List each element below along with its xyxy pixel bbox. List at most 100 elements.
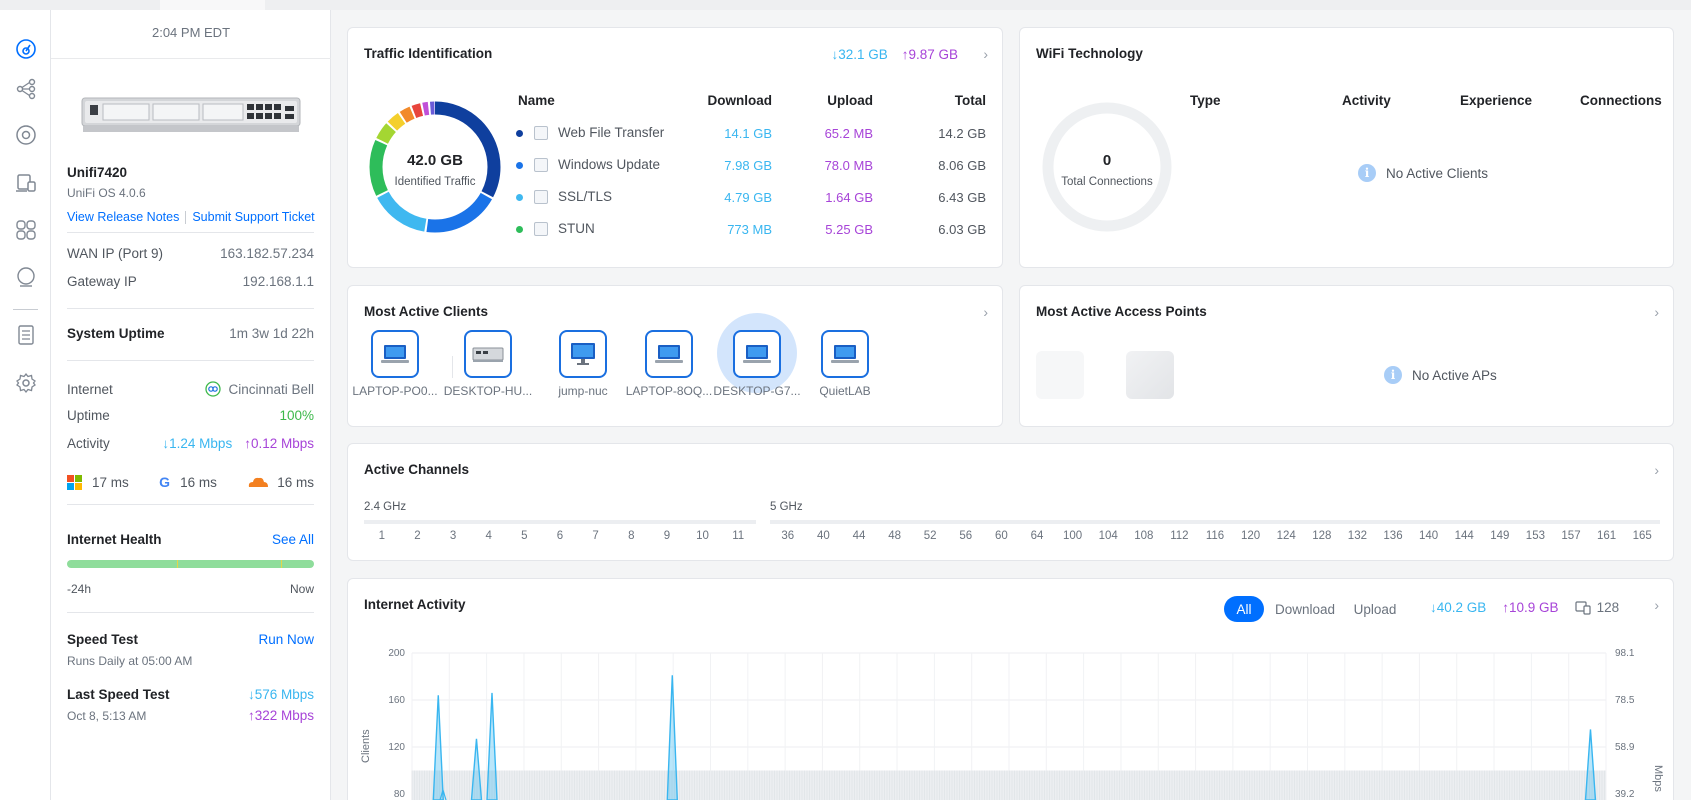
- client-item[interactable]: DESKTOP-HU...: [443, 330, 533, 398]
- channel-100[interactable]: 100: [1058, 530, 1088, 542]
- card-title: Traffic Identification: [364, 46, 493, 61]
- col-total[interactable]: Total: [955, 93, 986, 108]
- col-connections[interactable]: Connections: [1580, 93, 1662, 108]
- filter-all-button[interactable]: All: [1224, 596, 1264, 622]
- channel-7[interactable]: 7: [581, 530, 611, 542]
- channel-161[interactable]: 161: [1592, 530, 1622, 542]
- link-separator: [185, 210, 187, 224]
- protect-icon[interactable]: [13, 264, 39, 290]
- channel-140[interactable]: 140: [1414, 530, 1444, 542]
- channel-5[interactable]: 5: [509, 530, 539, 542]
- traffic-row[interactable]: Web File Transfer 14.1 GB 65.2 MB 14.2 GB: [508, 120, 992, 146]
- active-channels-card[interactable]: Active Channels › 2.4 GHz 5 GHz 12345678…: [347, 443, 1674, 561]
- internet-activity-chart[interactable]: 200 160 120 80 98.1 78.5 58.9 39.2: [370, 648, 1670, 800]
- traffic-row[interactable]: Windows Update 7.98 GB 78.0 MB 8.06 GB: [508, 152, 992, 178]
- most-active-aps-card[interactable]: Most Active Access Points › i No Active …: [1019, 285, 1674, 427]
- channel-60[interactable]: 60: [986, 530, 1016, 542]
- topology-icon[interactable]: [13, 76, 39, 102]
- insights-icon[interactable]: [13, 217, 39, 243]
- channel-116[interactable]: 116: [1200, 530, 1230, 542]
- chevron-right-icon[interactable]: ›: [983, 304, 988, 320]
- channel-10[interactable]: 10: [688, 530, 718, 542]
- channel-120[interactable]: 120: [1236, 530, 1266, 542]
- see-all-link[interactable]: See All: [272, 532, 314, 547]
- settings-icon[interactable]: [13, 370, 39, 396]
- internet-label: Internet: [67, 381, 113, 397]
- channel-11[interactable]: 11: [723, 530, 753, 542]
- system-uptime-label: System Uptime: [67, 326, 165, 341]
- internet-health-header: Internet Health See All: [67, 532, 314, 547]
- channel-36[interactable]: 36: [773, 530, 803, 542]
- channel-1[interactable]: 1: [367, 530, 397, 542]
- channel-144[interactable]: 144: [1449, 530, 1479, 542]
- wifi-technology-card[interactable]: WiFi Technology 0 Total Connections Type…: [1019, 27, 1674, 268]
- wan-ip-label: WAN IP (Port 9): [67, 246, 164, 261]
- channel-124[interactable]: 124: [1271, 530, 1301, 542]
- client-item[interactable]: LAPTOP-PO0...: [350, 330, 440, 398]
- logs-icon[interactable]: [13, 322, 39, 348]
- channel-6[interactable]: 6: [545, 530, 575, 542]
- channel-64[interactable]: 64: [1022, 530, 1052, 542]
- chevron-right-icon[interactable]: ›: [1654, 597, 1659, 613]
- chevron-right-icon[interactable]: ›: [1654, 462, 1659, 478]
- chevron-right-icon[interactable]: ›: [983, 46, 988, 62]
- col-type[interactable]: Type: [1190, 93, 1221, 108]
- run-now-button[interactable]: Run Now: [258, 632, 314, 647]
- filter-upload-button[interactable]: Upload: [1345, 596, 1405, 622]
- traffic-row[interactable]: SSL/TLS 4.79 GB 1.64 GB 6.43 GB: [508, 184, 992, 210]
- channel-2[interactable]: 2: [402, 530, 432, 542]
- channel-153[interactable]: 153: [1520, 530, 1550, 542]
- channel-149[interactable]: 149: [1485, 530, 1515, 542]
- channel-4[interactable]: 4: [474, 530, 504, 542]
- submit-ticket-link[interactable]: Submit Support Ticket: [192, 210, 314, 224]
- channel-56[interactable]: 56: [951, 530, 981, 542]
- channel-8[interactable]: 8: [616, 530, 646, 542]
- channel-136[interactable]: 136: [1378, 530, 1408, 542]
- clients-icon[interactable]: [13, 170, 39, 196]
- channel-40[interactable]: 40: [808, 530, 838, 542]
- laptop-icon: [645, 330, 693, 378]
- legend-dot: [516, 162, 523, 169]
- channel-108[interactable]: 108: [1129, 530, 1159, 542]
- monitor-icon: [559, 330, 607, 378]
- traffic-identification-card[interactable]: Traffic Identification ↓32.1 GB ↑9.87 GB…: [347, 27, 1003, 268]
- col-download[interactable]: Download: [708, 93, 773, 108]
- channel-128[interactable]: 128: [1307, 530, 1337, 542]
- cell-upload: 5.25 GB: [825, 222, 873, 237]
- client-item[interactable]: LAPTOP-8OQ...: [624, 330, 714, 398]
- client-item[interactable]: DESKTOP-G7...: [712, 313, 802, 398]
- download-spike: [432, 695, 444, 800]
- client-item[interactable]: jump-nuc: [538, 330, 628, 398]
- channel-52[interactable]: 52: [915, 530, 945, 542]
- chevron-right-icon[interactable]: ›: [1654, 304, 1659, 320]
- channel-44[interactable]: 44: [844, 530, 874, 542]
- traffic-row[interactable]: STUN 773 MB 5.25 GB 6.03 GB: [508, 216, 992, 242]
- channel-104[interactable]: 104: [1093, 530, 1123, 542]
- dashboard-icon[interactable]: [13, 36, 39, 62]
- channel-132[interactable]: 132: [1342, 530, 1372, 542]
- connections-label: Total Connections: [1061, 176, 1153, 188]
- col-activity[interactable]: Activity: [1342, 93, 1391, 108]
- channel-112[interactable]: 112: [1164, 530, 1194, 542]
- devices-icon[interactable]: [13, 122, 39, 148]
- active-tab[interactable]: [160, 0, 265, 10]
- isp-name: Cincinnati Bell: [228, 381, 314, 397]
- view-release-notes-link[interactable]: View Release Notes: [67, 210, 179, 224]
- col-experience[interactable]: Experience: [1460, 93, 1532, 108]
- health-event-marker[interactable]: [281, 560, 282, 568]
- channel-165[interactable]: 165: [1627, 530, 1657, 542]
- connections-count: 0: [1102, 152, 1112, 169]
- channel-48[interactable]: 48: [880, 530, 910, 542]
- internet-uptime-label: Uptime: [67, 408, 110, 423]
- internet-row: Internet Cincinnati Bell: [67, 381, 314, 397]
- health-event-marker[interactable]: [177, 560, 178, 568]
- col-upload[interactable]: Upload: [827, 93, 873, 108]
- channel-3[interactable]: 3: [438, 530, 468, 542]
- filter-download-button[interactable]: Download: [1270, 596, 1340, 622]
- channel-157[interactable]: 157: [1556, 530, 1586, 542]
- col-name[interactable]: Name: [518, 93, 555, 108]
- client-item[interactable]: QuietLAB: [800, 330, 890, 398]
- card-title: Active Channels: [364, 462, 470, 477]
- os-version: UniFi OS 4.0.6: [67, 186, 146, 200]
- channel-9[interactable]: 9: [652, 530, 682, 542]
